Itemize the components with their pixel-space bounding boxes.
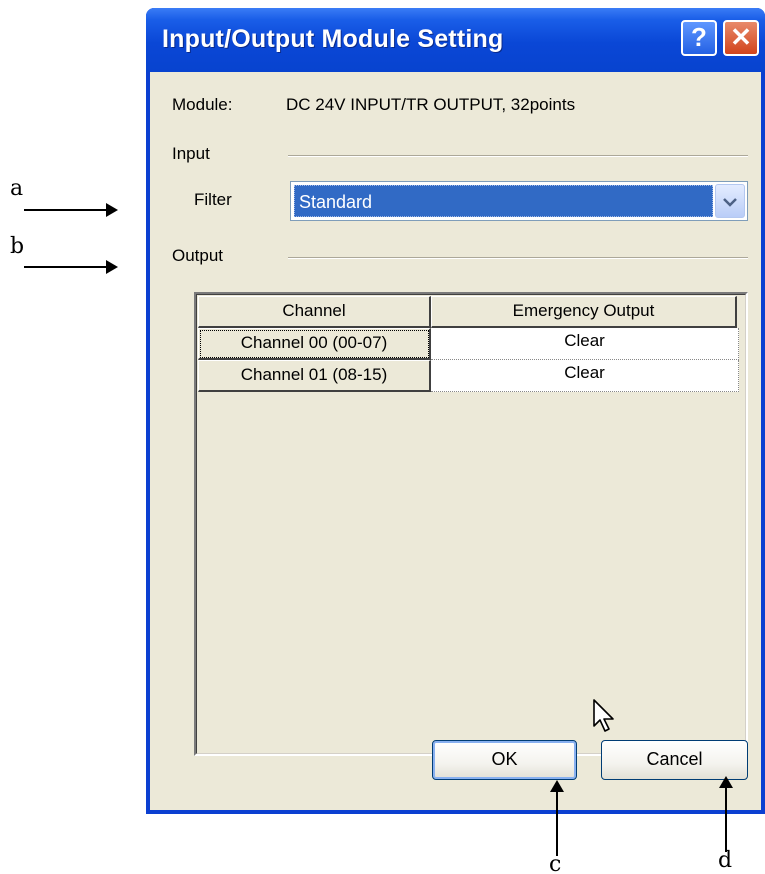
annotation-b-arrow	[24, 260, 118, 274]
emergency-output-cell[interactable]: Clear	[431, 328, 739, 360]
annotation-d-label: d	[718, 848, 733, 873]
output-group-label: Output	[172, 246, 224, 265]
help-button[interactable]: ?	[681, 20, 717, 56]
io-module-setting-dialog: Input/Output Module Setting ? ✕ Module: …	[146, 8, 765, 814]
filter-dropdown-button[interactable]	[715, 184, 745, 218]
dialog-client-area: Module: DC 24V INPUT/TR OUTPUT, 32points…	[150, 72, 761, 810]
output-group-divider	[288, 257, 748, 259]
annotation-a-arrow	[24, 203, 118, 217]
row-header-channel-00[interactable]: Channel 00 (00-07)	[198, 328, 431, 360]
annotation-c-label: c	[549, 852, 562, 874]
title-bar[interactable]: Input/Output Module Setting ? ✕	[146, 8, 765, 72]
input-group-divider	[288, 155, 748, 157]
cancel-button[interactable]: Cancel	[601, 740, 748, 780]
column-header-emergency-output[interactable]: Emergency Output	[431, 296, 737, 328]
input-group-label: Input	[172, 144, 210, 163]
filter-label: Filter	[194, 190, 232, 209]
annotation-c-arrow	[550, 780, 564, 856]
ok-button[interactable]: OK	[432, 740, 577, 780]
annotation-b-label: b	[10, 234, 25, 259]
help-icon: ?	[691, 22, 707, 52]
column-header-channel[interactable]: Channel	[198, 296, 431, 328]
annotation-d-arrow	[719, 776, 733, 852]
module-label: Module:	[172, 95, 233, 114]
row-header-channel-01[interactable]: Channel 01 (08-15)	[198, 360, 431, 392]
filter-selected-value: Standard	[294, 185, 713, 217]
chevron-down-icon	[723, 198, 737, 207]
close-icon: ✕	[730, 22, 752, 52]
output-table[interactable]: Channel Emergency Output Channel 00 (00-…	[194, 292, 748, 756]
mouse-pointer-icon	[593, 699, 614, 732]
dialog-title: Input/Output Module Setting	[162, 25, 504, 53]
annotation-a-label: a	[10, 176, 24, 201]
emergency-output-cell[interactable]: Clear	[431, 360, 739, 392]
close-button[interactable]: ✕	[723, 20, 759, 56]
module-value: DC 24V INPUT/TR OUTPUT, 32points	[286, 95, 576, 114]
filter-select[interactable]: Standard	[290, 181, 748, 221]
